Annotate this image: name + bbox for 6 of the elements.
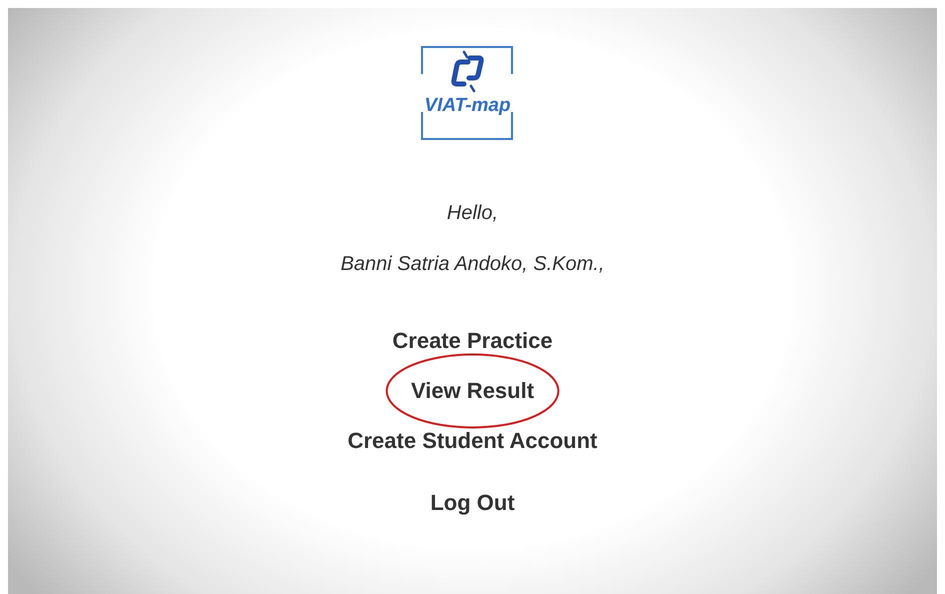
menu-link[interactable]: Create Student Account	[348, 430, 598, 452]
menu-link[interactable]: Log Out	[430, 492, 515, 514]
user-name: Banni Satria Andoko, S.Kom.,	[340, 254, 604, 274]
menu-link[interactable]: Create Practice	[392, 330, 553, 352]
logo-text: VIAT-map	[424, 96, 511, 115]
greeting-text: Hello,	[446, 203, 498, 223]
